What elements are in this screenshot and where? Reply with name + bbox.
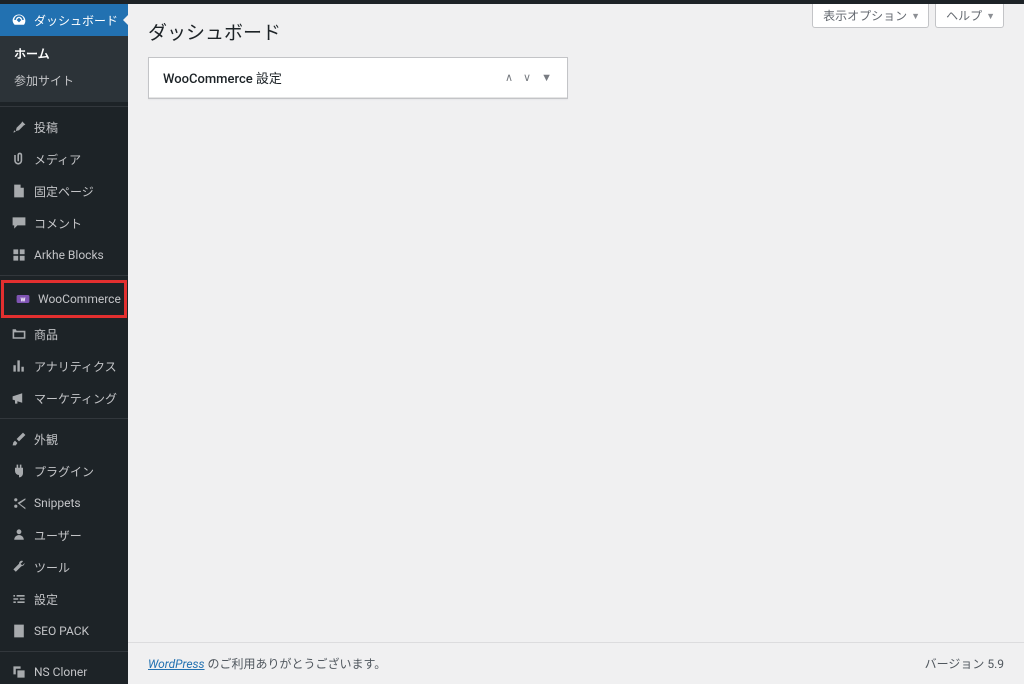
sidebar-item-label: マーケティング — [34, 390, 117, 407]
sidebar-item-products[interactable]: 商品 — [0, 318, 128, 350]
sidebar-item-label: アナリティクス — [34, 358, 117, 375]
plug-icon — [10, 462, 28, 480]
sidebar-item-label: ユーザー — [34, 527, 82, 544]
brush-icon — [10, 430, 28, 448]
screen-meta-links: 表示オプション ▼ ヘルプ ▼ — [812, 4, 1004, 28]
sidebar-item-label: コメント — [34, 215, 82, 232]
sidebar-item-plugins[interactable]: プラグイン — [0, 455, 128, 487]
wordpress-link[interactable]: WordPress — [148, 657, 205, 671]
svg-text:W: W — [21, 297, 26, 303]
move-up-button[interactable]: ∧ — [500, 71, 518, 84]
sidebar-item-label: 投稿 — [34, 119, 58, 136]
sidebar-item-ns-cloner[interactable]: NS Cloner — [0, 656, 128, 684]
sidebar-item-label: WooCommerce — [38, 292, 121, 306]
media-icon — [10, 150, 28, 168]
footer-thanks-text: のご利用ありがとうございます。 — [205, 657, 387, 671]
sidebar-item-analytics[interactable]: アナリティクス — [0, 350, 128, 382]
caret-down-icon: ▼ — [911, 11, 920, 21]
postbox-header: WooCommerce 設定 ∧ ∨ ▼ — [149, 58, 567, 98]
sidebar-item-label: ツール — [34, 559, 70, 576]
sidebar-item-label: SEO PACK — [34, 624, 89, 638]
sidebar-item-label: 固定ページ — [34, 183, 94, 200]
sidebar-item-users[interactable]: ユーザー — [0, 519, 128, 551]
separator — [0, 275, 128, 276]
wrench-icon — [10, 558, 28, 576]
button-label: 表示オプション — [823, 7, 907, 24]
admin-sidebar: ダッシュボード ホーム 参加サイト 投稿 メディア 固定ページ — [0, 4, 128, 684]
main-content: 表示オプション ▼ ヘルプ ▼ ダッシュボード WooCommerce 設定 ∧… — [128, 4, 1024, 684]
postbox-title: WooCommerce 設定 — [163, 68, 500, 87]
users-icon — [10, 526, 28, 544]
sidebar-item-comments[interactable]: コメント — [0, 207, 128, 239]
sidebar-item-label: 設定 — [34, 591, 58, 608]
screen-options-button[interactable]: 表示オプション ▼ — [812, 4, 929, 28]
separator — [0, 418, 128, 419]
sidebar-item-marketing[interactable]: マーケティング — [0, 382, 128, 414]
scissors-icon — [10, 494, 28, 512]
sidebar-item-label: 商品 — [34, 326, 58, 343]
footer-thanks: WordPress のご利用ありがとうございます。 — [148, 655, 386, 672]
sidebar-item-label: NS Cloner — [34, 665, 87, 679]
sidebar-subitem-home[interactable]: ホーム — [0, 40, 128, 67]
clone-icon — [10, 663, 28, 681]
document-icon — [10, 622, 28, 640]
help-button[interactable]: ヘルプ ▼ — [935, 4, 1004, 28]
caret-down-icon: ▼ — [986, 11, 995, 21]
sidebar-item-woocommerce[interactable]: W WooCommerce — [4, 283, 124, 315]
products-icon — [10, 325, 28, 343]
sidebar-submenu-dashboard: ホーム 参加サイト — [0, 36, 128, 102]
woocommerce-icon: W — [14, 290, 32, 308]
megaphone-icon — [10, 389, 28, 407]
sidebar-item-posts[interactable]: 投稿 — [0, 111, 128, 143]
sidebar-item-dashboard[interactable]: ダッシュボード — [0, 4, 128, 36]
toggle-panel-button[interactable]: ▼ — [536, 71, 557, 84]
sidebar-item-appearance[interactable]: 外観 — [0, 423, 128, 455]
sliders-icon — [10, 590, 28, 608]
analytics-icon — [10, 357, 28, 375]
sidebar-item-label: Arkhe Blocks — [34, 248, 104, 262]
page-icon — [10, 182, 28, 200]
footer-version: バージョン 5.9 — [925, 655, 1004, 672]
sidebar-item-pages[interactable]: 固定ページ — [0, 175, 128, 207]
sidebar-item-settings[interactable]: 設定 — [0, 583, 128, 615]
sidebar-item-label: 外観 — [34, 431, 58, 448]
button-label: ヘルプ — [946, 7, 982, 24]
sidebar-item-label: Snippets — [34, 496, 81, 510]
move-down-button[interactable]: ∨ — [518, 71, 536, 84]
sidebar-item-arkhe-blocks[interactable]: Arkhe Blocks — [0, 239, 128, 271]
sidebar-item-media[interactable]: メディア — [0, 143, 128, 175]
comment-icon — [10, 214, 28, 232]
postbox-woocommerce-settings: WooCommerce 設定 ∧ ∨ ▼ — [148, 57, 568, 99]
separator — [0, 651, 128, 652]
dashboard-icon — [10, 11, 28, 29]
highlight-annotation: W WooCommerce — [1, 280, 127, 318]
pin-icon — [10, 118, 28, 136]
sidebar-item-label: プラグイン — [34, 463, 94, 480]
admin-footer: WordPress のご利用ありがとうございます。 バージョン 5.9 — [128, 642, 1024, 684]
separator — [0, 106, 128, 107]
sidebar-item-tools[interactable]: ツール — [0, 551, 128, 583]
sidebar-item-label: ダッシュボード — [34, 12, 118, 29]
sidebar-item-seo-pack[interactable]: SEO PACK — [0, 615, 128, 647]
sidebar-item-snippets[interactable]: Snippets — [0, 487, 128, 519]
sidebar-subitem-network-sites[interactable]: 参加サイト — [0, 67, 128, 94]
blocks-icon — [10, 246, 28, 264]
sidebar-item-label: メディア — [34, 151, 81, 168]
